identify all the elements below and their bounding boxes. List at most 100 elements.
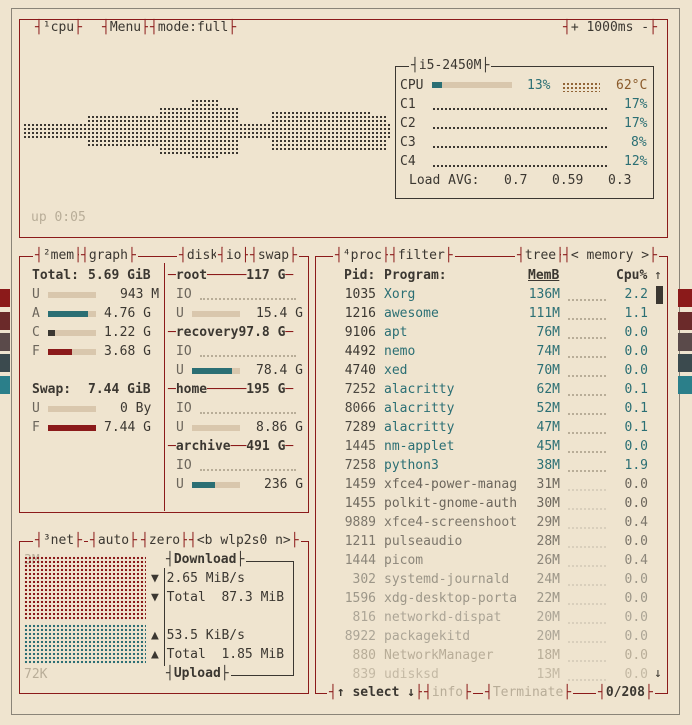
mode-button[interactable]: ┤mode:full├ bbox=[148, 20, 239, 36]
mem-free-key: F bbox=[32, 344, 40, 359]
proc-row-pid: 7289 bbox=[344, 420, 376, 435]
disk-swap-toggle[interactable]: ┤swap├ bbox=[248, 248, 299, 264]
proc-row-program: xfce4-power-manag bbox=[384, 477, 518, 492]
disk-io-toggle[interactable]: ┤io├ bbox=[216, 248, 252, 264]
core-2-pct: 17% bbox=[624, 116, 648, 131]
proc-row-cpu-graph bbox=[568, 316, 606, 320]
proc-row-cpu: 0.0 bbox=[624, 591, 648, 606]
col-mem[interactable]: MemB bbox=[528, 266, 559, 285]
cpu-title-num: ¹ bbox=[42, 20, 51, 35]
proc-row-cpu-graph bbox=[568, 487, 606, 491]
scroll-up-icon[interactable]: ↑ bbox=[654, 266, 662, 285]
left-edge-marker-4 bbox=[0, 354, 10, 372]
swap-label: Swap: bbox=[32, 382, 72, 397]
proc-tree-toggle[interactable]: ┤tree├ bbox=[515, 248, 566, 264]
core-1-pct: 17% bbox=[624, 97, 648, 112]
proc-row-cpu-graph bbox=[568, 639, 606, 643]
proc-row-mem: 52M bbox=[536, 401, 560, 416]
proc-row-cpu: 2.2 bbox=[624, 287, 648, 302]
proc-row-pid: 9106 bbox=[344, 325, 376, 340]
upload-rate-row: ▲ 53.5 KiB/s bbox=[151, 626, 245, 645]
disk-root-io-graph bbox=[200, 296, 296, 300]
net-zero-button[interactable]: ┤zero├ bbox=[139, 533, 190, 549]
net-box-title[interactable]: ┤³net├ bbox=[33, 533, 84, 549]
col-cpu[interactable]: Cpu% bbox=[616, 266, 647, 285]
proc-sort-selector[interactable]: ┤< memory >├ bbox=[561, 248, 659, 264]
mem-box-title[interactable]: ┤²mem├ bbox=[33, 248, 84, 264]
mem-used-value: 943 M bbox=[120, 287, 160, 302]
proc-select-control[interactable]: ┤↑ select ↓├ bbox=[327, 685, 425, 701]
proc-row-cpu: 0.0 bbox=[624, 648, 648, 663]
uptime: up 0:05 bbox=[31, 210, 86, 225]
core-3-graph bbox=[433, 144, 607, 148]
net-iface-next[interactable]: n> bbox=[275, 533, 291, 548]
right-edge-marker-2 bbox=[678, 312, 692, 330]
cpu-model: i5-2450M bbox=[418, 58, 482, 73]
swap-used-bar bbox=[48, 406, 96, 412]
left-edge-marker-3 bbox=[0, 333, 10, 351]
swap-free-key: F bbox=[32, 420, 40, 435]
interval-plus-button[interactable]: + bbox=[571, 20, 579, 35]
disk-archive-used-value: 236 G bbox=[264, 477, 304, 492]
upload-total-row: ▲ Total 1.85 MiB bbox=[151, 647, 285, 662]
proc-row-cpu-graph bbox=[568, 506, 606, 510]
proc-row-cpu-graph bbox=[568, 430, 606, 434]
proc-row-program: apt bbox=[384, 325, 408, 340]
interval-control[interactable]: ┤+ 1000ms -├ bbox=[561, 20, 659, 36]
proc-row-mem: 29M bbox=[536, 515, 560, 530]
col-program[interactable]: Program: bbox=[384, 266, 447, 285]
proc-filter-button[interactable]: ┤filter├ bbox=[388, 248, 455, 264]
load-avg-15: 0.3 bbox=[608, 173, 632, 188]
proc-row-pid: 1445 bbox=[344, 439, 376, 454]
sort-next-button[interactable]: > bbox=[641, 248, 649, 263]
proc-row-mem: 28M bbox=[536, 534, 560, 549]
menu-label: Menu bbox=[109, 20, 142, 35]
mem-graph-toggle[interactable]: ┤graph├ bbox=[79, 248, 138, 264]
mem-total-value: 5.69 GiB bbox=[88, 268, 151, 283]
proc-row-cpu: 0.0 bbox=[624, 363, 648, 378]
proc-row-program: packagekitd bbox=[384, 629, 471, 644]
net-auto-toggle[interactable]: ┤auto├ bbox=[88, 533, 139, 549]
proc-row-mem: 20M bbox=[536, 610, 560, 625]
proc-row-program: xdg-desktop-porta bbox=[384, 591, 518, 606]
proc-row-pid: 1459 bbox=[344, 477, 376, 492]
proc-terminate-button[interactable]: ┤Terminate├ bbox=[483, 685, 574, 701]
proc-row-mem: 22M bbox=[536, 591, 560, 606]
proc-row-mem: 70M bbox=[536, 363, 560, 378]
proc-row-cpu-graph bbox=[568, 373, 606, 377]
mode-label: mode:full bbox=[157, 20, 229, 35]
disk-root-header: ─root─────117 G─ bbox=[168, 268, 294, 283]
disk-root-used-value: 15.4 G bbox=[256, 306, 303, 321]
proc-row-cpu: 1.9 bbox=[624, 458, 648, 473]
proc-row-program: xed bbox=[384, 363, 408, 378]
proc-row-mem: 45M bbox=[536, 439, 560, 454]
scroll-down-icon[interactable]: ↓ bbox=[654, 664, 662, 683]
disk-recovery-bar bbox=[192, 368, 240, 374]
interval-minus-button[interactable]: - bbox=[641, 20, 649, 35]
disk-root-io: IO bbox=[176, 287, 192, 302]
col-pid[interactable]: Pid: bbox=[344, 266, 375, 285]
net-iface-prev[interactable]: <b bbox=[197, 533, 213, 548]
core-3-pct: 8% bbox=[631, 135, 647, 150]
proc-row-cpu: 0.0 bbox=[624, 344, 648, 359]
proc-row-program: picom bbox=[384, 553, 424, 568]
menu-button[interactable]: ┤Menu├ bbox=[100, 20, 151, 36]
cpu-total-sparkline bbox=[562, 82, 600, 92]
proc-scrollbar-thumb[interactable] bbox=[656, 286, 663, 304]
sort-prev-button[interactable]: < bbox=[571, 248, 579, 263]
proc-row-cpu-graph bbox=[568, 525, 606, 529]
proc-row-program: nemo bbox=[384, 344, 416, 359]
proc-row-pid: 1216 bbox=[344, 306, 376, 321]
cpu-box-title[interactable]: ┤¹cpu├ bbox=[33, 20, 84, 36]
disk-home-io-graph bbox=[200, 410, 296, 414]
net-interface-selector[interactable]: ┤<b wlp2s0 n>├ bbox=[187, 533, 301, 549]
proc-row-program: alacritty bbox=[384, 382, 455, 397]
disk-archive-bar bbox=[192, 482, 240, 488]
proc-box-title[interactable]: ┤⁴proc├ bbox=[333, 248, 392, 264]
proc-row-mem: 47M bbox=[536, 420, 560, 435]
proc-row-cpu-graph bbox=[568, 601, 606, 605]
proc-info-button[interactable]: ┤info├ bbox=[422, 685, 473, 701]
proc-row-cpu-graph bbox=[568, 354, 606, 358]
proc-row-mem: 18M bbox=[536, 648, 560, 663]
proc-row-pid: 8066 bbox=[344, 401, 376, 416]
